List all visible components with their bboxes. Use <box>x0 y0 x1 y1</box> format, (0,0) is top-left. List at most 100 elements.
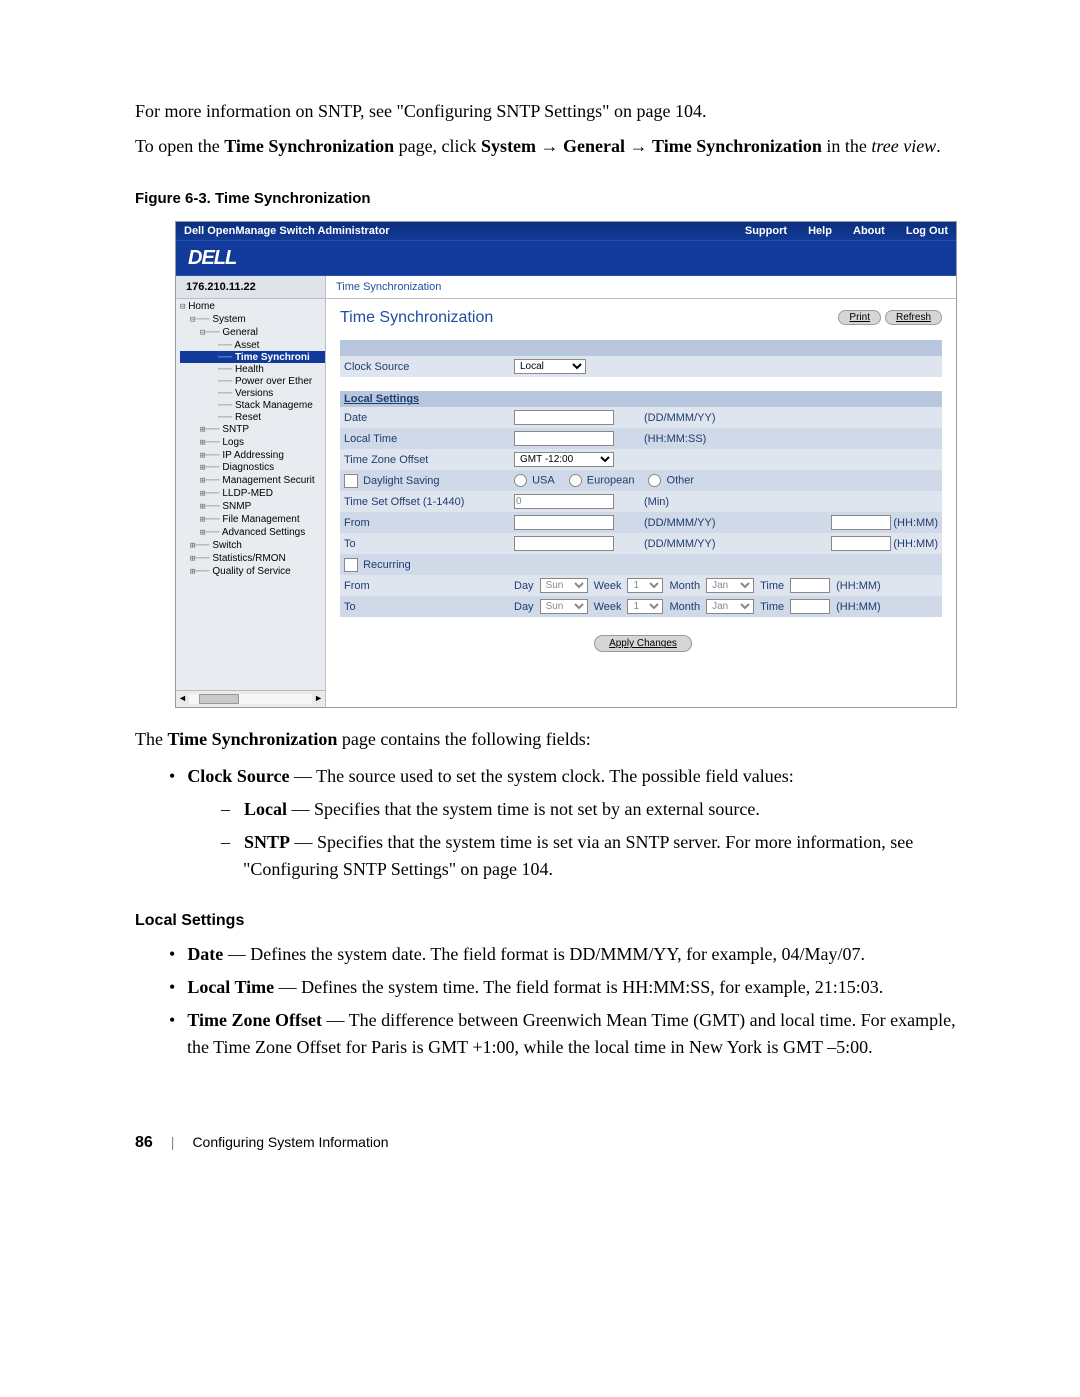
to-date-hint: (DD/MMM/YY) <box>644 538 726 550</box>
dell-logo: DELL <box>188 247 236 269</box>
figure-caption: Figure 6-3. Time Synchronization <box>135 188 970 211</box>
tree-scrollbar[interactable]: ◄ ► <box>176 690 325 707</box>
to-date-input[interactable] <box>514 536 614 551</box>
arrow: → <box>625 136 652 156</box>
tree-poe[interactable]: Power over Ether <box>235 376 312 387</box>
usa-radio[interactable] <box>514 474 527 487</box>
rec-from-label: From <box>344 580 514 592</box>
tree-stats[interactable]: Statistics/RMON <box>212 553 285 564</box>
tree-asset[interactable]: Asset <box>234 340 259 351</box>
app-titlebar: Dell OpenManage Switch Administrator Sup… <box>176 222 956 240</box>
logout-link[interactable]: Log Out <box>906 225 948 237</box>
month-label-2: Month <box>669 601 700 613</box>
clock-source-select[interactable]: Local <box>514 359 586 374</box>
tree-qos[interactable]: Quality of Service <box>212 566 290 577</box>
tree-snmp[interactable]: SNMP <box>222 501 251 512</box>
date-hint: (DD/MMM/YY) <box>644 412 726 424</box>
scroll-right-icon[interactable]: ► <box>314 694 323 704</box>
from-day-select[interactable]: Sun <box>540 578 588 593</box>
tree-versions[interactable]: Versions <box>235 388 273 399</box>
text: — The source used to set the system cloc… <box>289 766 793 786</box>
week-label: Week <box>594 580 622 592</box>
device-ip: 176.210.11.22 <box>176 276 326 298</box>
local-settings-heading: Local Settings <box>135 909 970 933</box>
localtime-input[interactable] <box>514 431 614 446</box>
to-week-select[interactable]: 1 <box>627 599 663 614</box>
tree-home[interactable]: Home <box>188 301 215 312</box>
text: . <box>936 136 941 156</box>
tree-ip[interactable]: IP Addressing <box>222 450 284 461</box>
from-date-input[interactable] <box>514 515 614 530</box>
timeset-hint: (Min) <box>644 496 726 508</box>
other-radio[interactable] <box>648 474 661 487</box>
tree-msec[interactable]: Management Securit <box>222 475 314 486</box>
print-button[interactable]: Print <box>838 310 881 325</box>
text: page contains the following fields: <box>337 729 590 749</box>
to-time-input[interactable] <box>831 536 891 551</box>
tree-diag[interactable]: Diagnostics <box>222 462 274 473</box>
to-month-select[interactable]: Jan <box>706 599 754 614</box>
from-time-input[interactable] <box>831 515 891 530</box>
tree-reset[interactable]: Reset <box>235 412 261 423</box>
footer-separator: | <box>171 1132 175 1153</box>
text-bold: General <box>563 136 625 156</box>
european-radio[interactable] <box>569 474 582 487</box>
text-bold: Time Synchronization <box>167 729 337 749</box>
scroll-left-icon[interactable]: ◄ <box>178 694 187 704</box>
page-number: 86 <box>135 1131 153 1155</box>
daylight-saving-checkbox[interactable] <box>344 474 358 488</box>
timeset-label: Time Set Offset (1-1440) <box>344 496 514 508</box>
section-blank-head <box>340 340 942 356</box>
tree-lldp[interactable]: LLDP-MED <box>222 488 273 499</box>
timezone-select[interactable]: GMT -12:00 <box>514 452 614 467</box>
tree-health[interactable]: Health <box>235 364 264 375</box>
from-date-hint: (DD/MMM/YY) <box>644 517 726 529</box>
field-date: Date — Defines the system date. The fiel… <box>169 941 970 968</box>
text: page, click <box>394 136 481 156</box>
date-input[interactable] <box>514 410 614 425</box>
tree-file[interactable]: File Management <box>222 514 299 525</box>
support-link[interactable]: Support <box>745 225 787 237</box>
date-label: Date <box>344 412 514 424</box>
logo-bar: DELL <box>176 240 956 276</box>
local-settings-header: Local Settings <box>340 391 942 407</box>
from-month-select[interactable]: Jan <box>706 578 754 593</box>
text-bold: System <box>481 136 541 156</box>
help-link[interactable]: Help <box>808 225 832 237</box>
tree-sntp[interactable]: SNTP <box>222 424 249 435</box>
field-local: Local — Specifies that the system time i… <box>221 796 970 823</box>
text: — Defines the system time. The field for… <box>274 977 883 997</box>
from-rec-time-input[interactable] <box>790 578 830 593</box>
tree-system[interactable]: System <box>212 314 245 325</box>
tree-switch[interactable]: Switch <box>212 540 241 551</box>
from-label: From <box>344 517 514 529</box>
recurring-checkbox[interactable] <box>344 558 358 572</box>
section-title: Configuring System Information <box>192 1132 388 1153</box>
hhmm-hint-2: (HH:MM) <box>836 601 881 613</box>
rec-to-label: To <box>344 601 514 613</box>
tree-general[interactable]: General <box>222 327 258 338</box>
tree-logs[interactable]: Logs <box>222 437 244 448</box>
localtime-label: Local Time <box>344 433 514 445</box>
tree-time-sync[interactable]: Time Synchroni <box>235 352 310 363</box>
text: — Defines the system date. The field for… <box>223 944 865 964</box>
text-bold: Clock Source <box>187 766 289 786</box>
field-clock-source: Clock Source — The source used to set th… <box>169 763 970 883</box>
nav-tree[interactable]: ⊟ Home ⊟── System ⊟── General ── Asset ─… <box>176 299 326 707</box>
text: To open the <box>135 136 224 156</box>
intro-paragraph-2: To open the Time Synchronization page, c… <box>135 133 970 160</box>
from-week-select[interactable]: 1 <box>627 578 663 593</box>
tree-stack[interactable]: Stack Manageme <box>235 400 313 411</box>
from-time-hint: (HH:MM) <box>893 517 938 529</box>
breadcrumb: Time Synchronization <box>326 276 956 298</box>
timeset-input[interactable] <box>514 494 614 509</box>
to-rec-time-input[interactable] <box>790 599 830 614</box>
page-footer: 86 | Configuring System Information <box>135 1131 970 1155</box>
to-day-select[interactable]: Sun <box>540 599 588 614</box>
about-link[interactable]: About <box>853 225 885 237</box>
field-sntp: SNTP — Specifies that the system time is… <box>221 829 970 883</box>
text-bold: Local <box>244 799 287 819</box>
tree-adv[interactable]: Advanced Settings <box>222 527 305 538</box>
refresh-button[interactable]: Refresh <box>885 310 942 325</box>
apply-changes-button[interactable]: Apply Changes <box>594 635 692 652</box>
